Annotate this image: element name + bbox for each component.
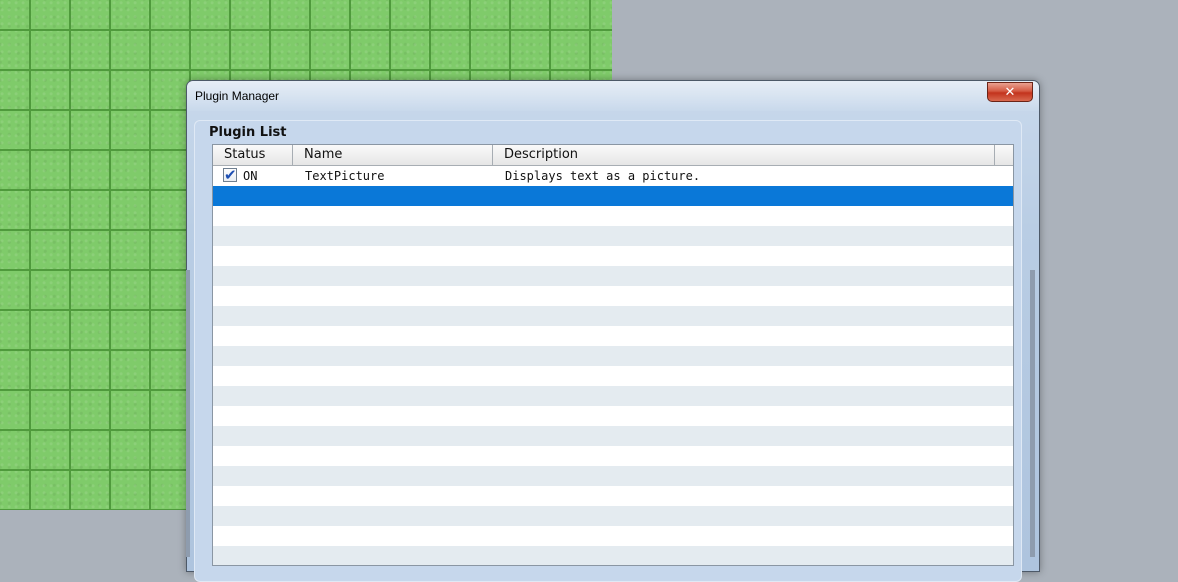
table-row-selected[interactable] bbox=[213, 186, 1013, 206]
table-row-empty[interactable] bbox=[213, 526, 1013, 546]
table-row-empty[interactable] bbox=[213, 406, 1013, 426]
table-row-empty[interactable] bbox=[213, 326, 1013, 346]
table-row-empty[interactable] bbox=[213, 246, 1013, 266]
table-row-empty[interactable] bbox=[213, 226, 1013, 246]
status-checkbox[interactable]: ✔ bbox=[223, 166, 237, 184]
status-value: ON bbox=[243, 169, 258, 183]
right-frame-strip bbox=[1030, 270, 1035, 557]
left-frame-strip bbox=[186, 270, 190, 557]
plugin-list-label: Plugin List bbox=[209, 125, 287, 140]
table-row-empty[interactable] bbox=[213, 506, 1013, 526]
plugin-name: TextPicture bbox=[305, 169, 385, 183]
table-row-empty[interactable] bbox=[213, 206, 1013, 226]
column-header-spacer bbox=[995, 145, 1013, 165]
table-row-empty[interactable] bbox=[213, 466, 1013, 486]
plugin-list-table[interactable]: Status Name Description ✔ ON TextPicture… bbox=[212, 144, 1014, 566]
table-header: Status Name Description bbox=[213, 145, 1013, 166]
table-body: ✔ ON TextPicture Displays text as a pict… bbox=[213, 166, 1013, 565]
window-title: Plugin Manager bbox=[195, 89, 280, 103]
table-row-empty[interactable] bbox=[213, 486, 1013, 506]
table-row-empty[interactable] bbox=[213, 546, 1013, 565]
column-header-name[interactable]: Name bbox=[293, 145, 493, 165]
table-row-empty[interactable] bbox=[213, 306, 1013, 326]
table-row-empty[interactable] bbox=[213, 286, 1013, 306]
close-icon: ✕ bbox=[1004, 84, 1016, 100]
table-row[interactable]: ✔ ON TextPicture Displays text as a pict… bbox=[213, 166, 1013, 186]
column-header-status[interactable]: Status bbox=[213, 145, 293, 165]
table-row-empty[interactable] bbox=[213, 446, 1013, 466]
title-bar[interactable]: Plugin Manager ✕ bbox=[187, 81, 1039, 111]
close-button[interactable]: ✕ bbox=[987, 82, 1033, 102]
table-row-empty[interactable] bbox=[213, 426, 1013, 446]
table-row-empty[interactable] bbox=[213, 346, 1013, 366]
table-row-empty[interactable] bbox=[213, 366, 1013, 386]
checkmark-icon: ✔ bbox=[224, 166, 237, 184]
plugin-description: Displays text as a picture. bbox=[505, 169, 701, 183]
table-row-empty[interactable] bbox=[213, 386, 1013, 406]
column-header-description[interactable]: Description bbox=[493, 145, 995, 165]
table-row-empty[interactable] bbox=[213, 266, 1013, 286]
